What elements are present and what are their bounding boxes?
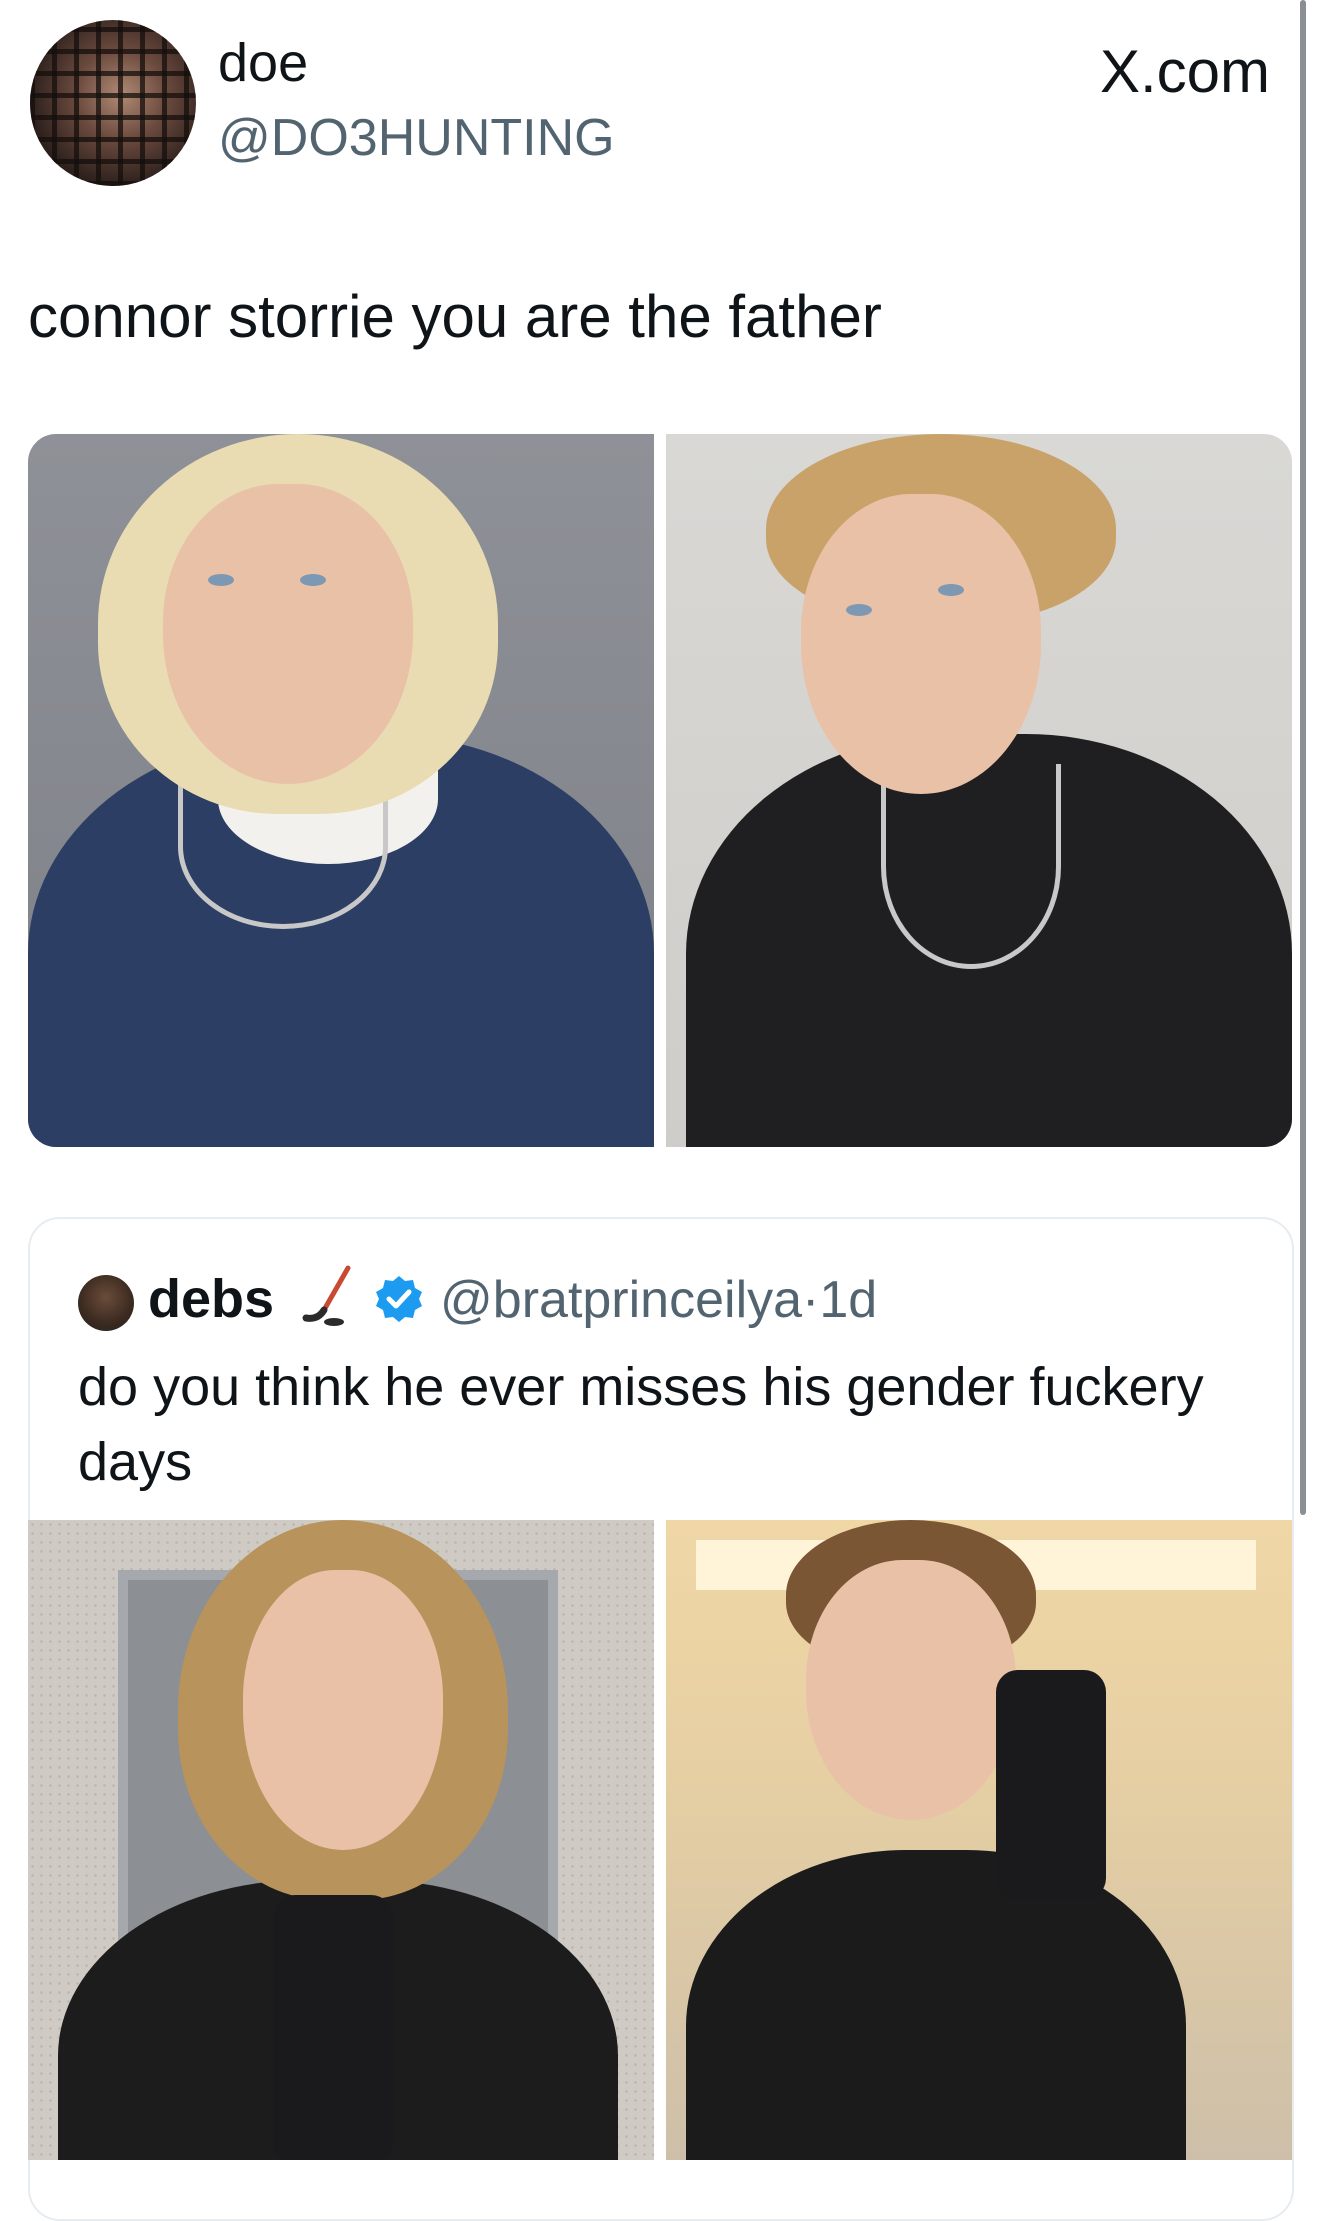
quoted-tweet-text: do you think he ever misses his gender f… bbox=[78, 1357, 1204, 1492]
quoted-meta: @bratprinceilya·1d bbox=[440, 1271, 877, 1329]
quoted-photo-1[interactable] bbox=[28, 1520, 654, 2160]
author-avatar[interactable] bbox=[30, 20, 196, 186]
tweet-photo-2[interactable] bbox=[666, 434, 1292, 1147]
quoted-photo-2[interactable] bbox=[666, 1520, 1292, 2160]
quoted-time[interactable]: 1d bbox=[819, 1271, 877, 1329]
tweet-text: connor storrie you are the father bbox=[28, 283, 882, 350]
verified-badge-icon bbox=[376, 1276, 422, 1322]
hockey-stick-icon bbox=[302, 1265, 351, 1326]
author-name[interactable]: doe bbox=[218, 36, 308, 90]
meta-separator: · bbox=[802, 1271, 820, 1329]
quoted-handle[interactable]: @bratprinceilya bbox=[440, 1271, 802, 1329]
tweet-photo-1[interactable] bbox=[28, 434, 654, 1147]
quoted-author-avatar[interactable] bbox=[78, 1275, 134, 1331]
scrollbar[interactable] bbox=[1300, 0, 1306, 1515]
author-handle[interactable]: @DO3HUNTING bbox=[218, 112, 615, 164]
quoted-author-name[interactable]: debs bbox=[148, 1269, 274, 1329]
brand-watermark: X.com bbox=[1099, 38, 1270, 105]
